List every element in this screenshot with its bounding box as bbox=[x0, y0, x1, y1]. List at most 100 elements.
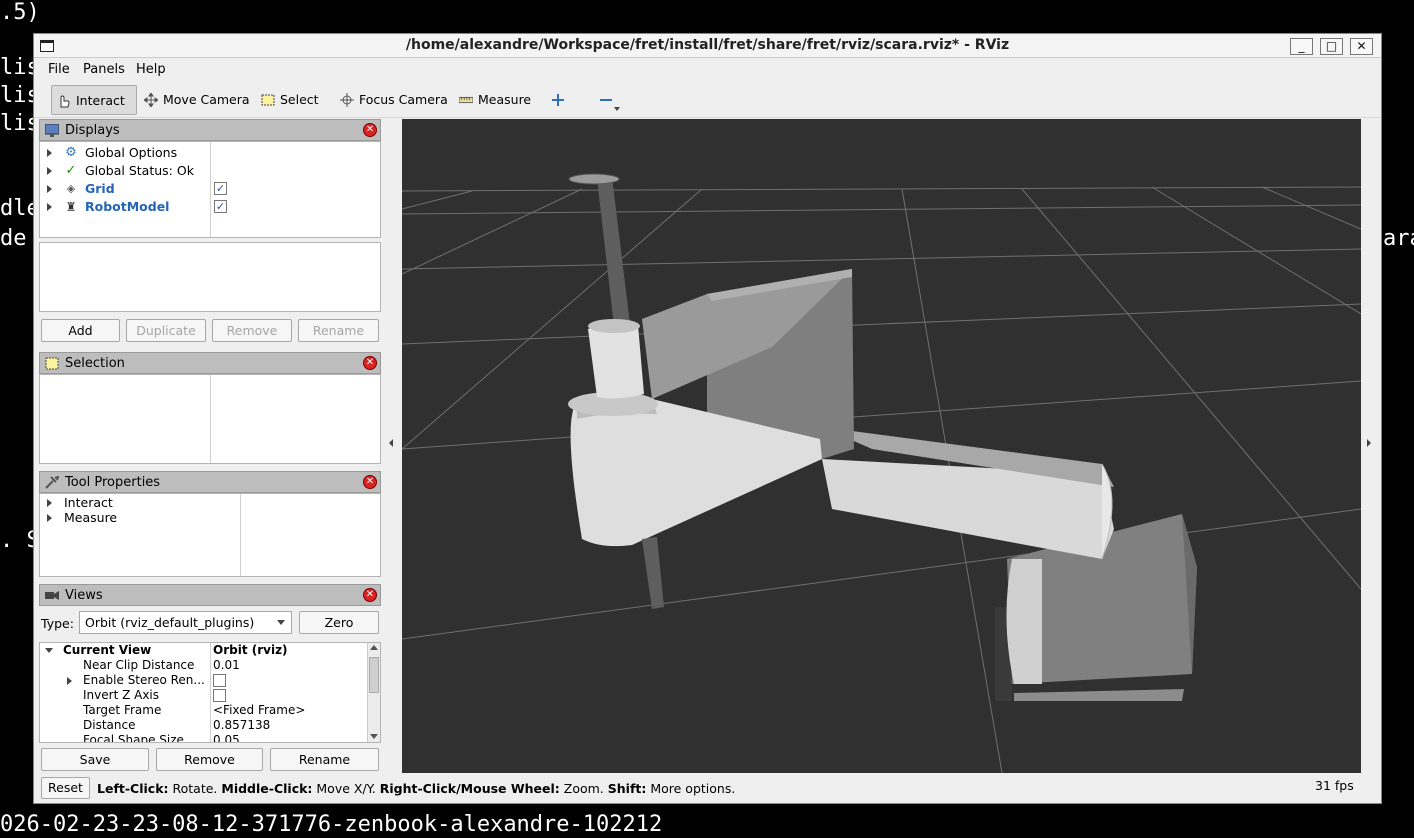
menu-help[interactable]: Help bbox=[136, 62, 166, 77]
collapse-arrow-icon[interactable] bbox=[45, 648, 53, 653]
displays-tree: ⚙ Global Options ✓ Global Status: Ok ◈ G… bbox=[39, 141, 381, 238]
menu-panels[interactable]: Panels bbox=[83, 62, 125, 77]
prop-row[interactable]: Focal Shape Size 0.05 bbox=[40, 733, 366, 742]
terminal-text: 026-02-23-23-08-12-371776-zenbook-alexan… bbox=[0, 812, 663, 837]
views-title: Views bbox=[65, 588, 103, 603]
move-arrows-icon bbox=[144, 93, 158, 107]
menu-file[interactable]: File bbox=[48, 62, 70, 77]
tree-item-global-options[interactable]: ⚙ Global Options bbox=[40, 144, 210, 162]
type-label: Type: bbox=[41, 616, 74, 631]
measure-tool-button[interactable]: Measure bbox=[454, 85, 537, 115]
collapse-left-arrow-icon[interactable] bbox=[389, 439, 393, 447]
grid-icon: ◈ bbox=[66, 182, 76, 195]
close-panel-icon[interactable]: ✕ bbox=[363, 588, 377, 602]
tool-properties-panel-header[interactable]: Tool Properties ✕ bbox=[39, 471, 381, 493]
tree-item-label: Measure bbox=[64, 510, 118, 525]
move-camera-tool-button[interactable]: Move Camera bbox=[139, 85, 256, 115]
add-display-button[interactable]: Add bbox=[41, 319, 120, 342]
minimize-button[interactable]: _ bbox=[1290, 38, 1313, 55]
terminal-text: ara bbox=[1383, 226, 1414, 251]
check-icon: ✓ bbox=[65, 163, 77, 178]
remove-tool-button[interactable] bbox=[594, 85, 620, 115]
displays-panel-header[interactable]: Displays ✕ bbox=[39, 119, 381, 141]
prop-value[interactable]: 0.857138 bbox=[213, 718, 270, 733]
focus-camera-tool-button[interactable]: Focus Camera bbox=[335, 85, 454, 115]
remove-view-button[interactable]: Remove bbox=[156, 748, 263, 771]
title-bar[interactable]: /home/alexandre/Workspace/fret/install/f… bbox=[34, 34, 1381, 58]
prop-row[interactable]: Near Clip Distance 0.01 bbox=[40, 658, 366, 673]
chevron-down-icon bbox=[277, 620, 285, 625]
tree-item-label: Global Options bbox=[85, 145, 178, 160]
expand-arrow-icon[interactable] bbox=[47, 203, 52, 211]
select-box-icon bbox=[45, 357, 59, 370]
view-type-dropdown[interactable]: Orbit (rviz_default_plugins) bbox=[79, 611, 292, 634]
prop-key: Enable Stereo Ren... bbox=[83, 673, 205, 687]
expand-arrow-icon[interactable] bbox=[47, 167, 52, 175]
prop-row[interactable]: Invert Z Axis bbox=[40, 688, 366, 703]
tree-item-label: Global Status: Ok bbox=[85, 163, 194, 178]
prop-row[interactable]: Distance 0.857138 bbox=[40, 718, 366, 733]
stereo-checkbox[interactable] bbox=[213, 674, 226, 687]
rename-display-button[interactable]: Rename bbox=[298, 319, 379, 342]
dropdown-arrow-icon[interactable] bbox=[614, 107, 620, 111]
plus-icon bbox=[552, 94, 564, 106]
scroll-thumb[interactable] bbox=[369, 657, 379, 693]
remove-display-button[interactable]: Remove bbox=[212, 319, 292, 342]
tree-item-global-status[interactable]: ✓ Global Status: Ok bbox=[40, 162, 210, 180]
prop-value[interactable]: 0.05 bbox=[213, 733, 240, 742]
expand-arrow-icon[interactable] bbox=[47, 514, 52, 522]
terminal-text: de bbox=[0, 226, 27, 251]
views-panel-header[interactable]: Views ✕ bbox=[39, 584, 381, 606]
tool-properties-tree: Interact Measure bbox=[39, 493, 381, 577]
tools-icon bbox=[45, 476, 59, 489]
scroll-up-icon[interactable] bbox=[370, 645, 378, 650]
add-tool-button[interactable] bbox=[546, 85, 570, 115]
camera-icon bbox=[45, 591, 59, 600]
close-panel-icon[interactable]: ✕ bbox=[363, 475, 377, 489]
grid-enabled-checkbox[interactable]: ✓ bbox=[214, 182, 227, 195]
prop-value: Orbit (rviz) bbox=[213, 643, 288, 657]
properties-scrollbar[interactable] bbox=[367, 643, 380, 742]
expand-arrow-icon[interactable] bbox=[67, 677, 72, 685]
robotmodel-enabled-checkbox[interactable]: ✓ bbox=[214, 200, 227, 213]
toolbar: Interact Move Camera Select Focus Camera… bbox=[34, 82, 1381, 118]
save-view-button[interactable]: Save bbox=[41, 748, 149, 771]
close-button[interactable]: ✕ bbox=[1350, 38, 1373, 55]
gear-icon: ⚙ bbox=[65, 145, 77, 160]
tool-prop-measure[interactable]: Measure bbox=[40, 509, 240, 527]
reset-button[interactable]: Reset bbox=[41, 777, 90, 799]
expand-arrow-icon[interactable] bbox=[47, 149, 52, 157]
invert-z-checkbox[interactable] bbox=[213, 689, 226, 702]
selection-panel-header[interactable]: Selection ✕ bbox=[39, 352, 381, 374]
tree-item-label: RobotModel bbox=[85, 199, 170, 214]
tree-item-label: Grid bbox=[85, 181, 115, 196]
displays-title: Displays bbox=[65, 123, 120, 138]
zero-button[interactable]: Zero bbox=[299, 611, 379, 634]
measure-label: Measure bbox=[478, 92, 532, 107]
close-panel-icon[interactable]: ✕ bbox=[363, 356, 377, 370]
duplicate-display-button[interactable]: Duplicate bbox=[126, 319, 206, 342]
close-panel-icon[interactable]: ✕ bbox=[363, 123, 377, 137]
prop-value[interactable]: 0.01 bbox=[213, 658, 240, 673]
render-viewport[interactable] bbox=[402, 119, 1361, 773]
ruler-icon bbox=[459, 96, 473, 104]
minus-icon bbox=[600, 99, 612, 101]
rename-view-button[interactable]: Rename bbox=[270, 748, 379, 771]
prop-value[interactable]: <Fixed Frame> bbox=[213, 703, 305, 718]
select-tool-button[interactable]: Select bbox=[256, 85, 325, 115]
maximize-button[interactable]: □ bbox=[1320, 38, 1343, 55]
prop-row[interactable]: Target Frame <Fixed Frame> bbox=[40, 703, 366, 718]
scroll-down-icon[interactable] bbox=[370, 734, 378, 739]
tree-item-robotmodel[interactable]: ♜ RobotModel ✓ bbox=[40, 198, 380, 216]
fps-counter: 31 fps bbox=[1315, 778, 1354, 793]
interact-tool-button[interactable]: Interact bbox=[51, 85, 137, 115]
status-hint: Left-Click: Rotate. Middle-Click: Move X… bbox=[97, 781, 736, 796]
expand-arrow-icon[interactable] bbox=[47, 185, 52, 193]
robot-upper-arm bbox=[568, 269, 854, 547]
collapse-right-arrow-icon[interactable] bbox=[1367, 439, 1371, 447]
current-view-row[interactable]: Current View Orbit (rviz) bbox=[40, 643, 366, 658]
tree-item-grid[interactable]: ◈ Grid ✓ bbox=[40, 180, 380, 198]
prop-row[interactable]: Enable Stereo Ren... bbox=[40, 673, 366, 688]
views-properties-tree: Current View Orbit (rviz) Near Clip Dist… bbox=[39, 642, 381, 743]
expand-arrow-icon[interactable] bbox=[47, 499, 52, 507]
